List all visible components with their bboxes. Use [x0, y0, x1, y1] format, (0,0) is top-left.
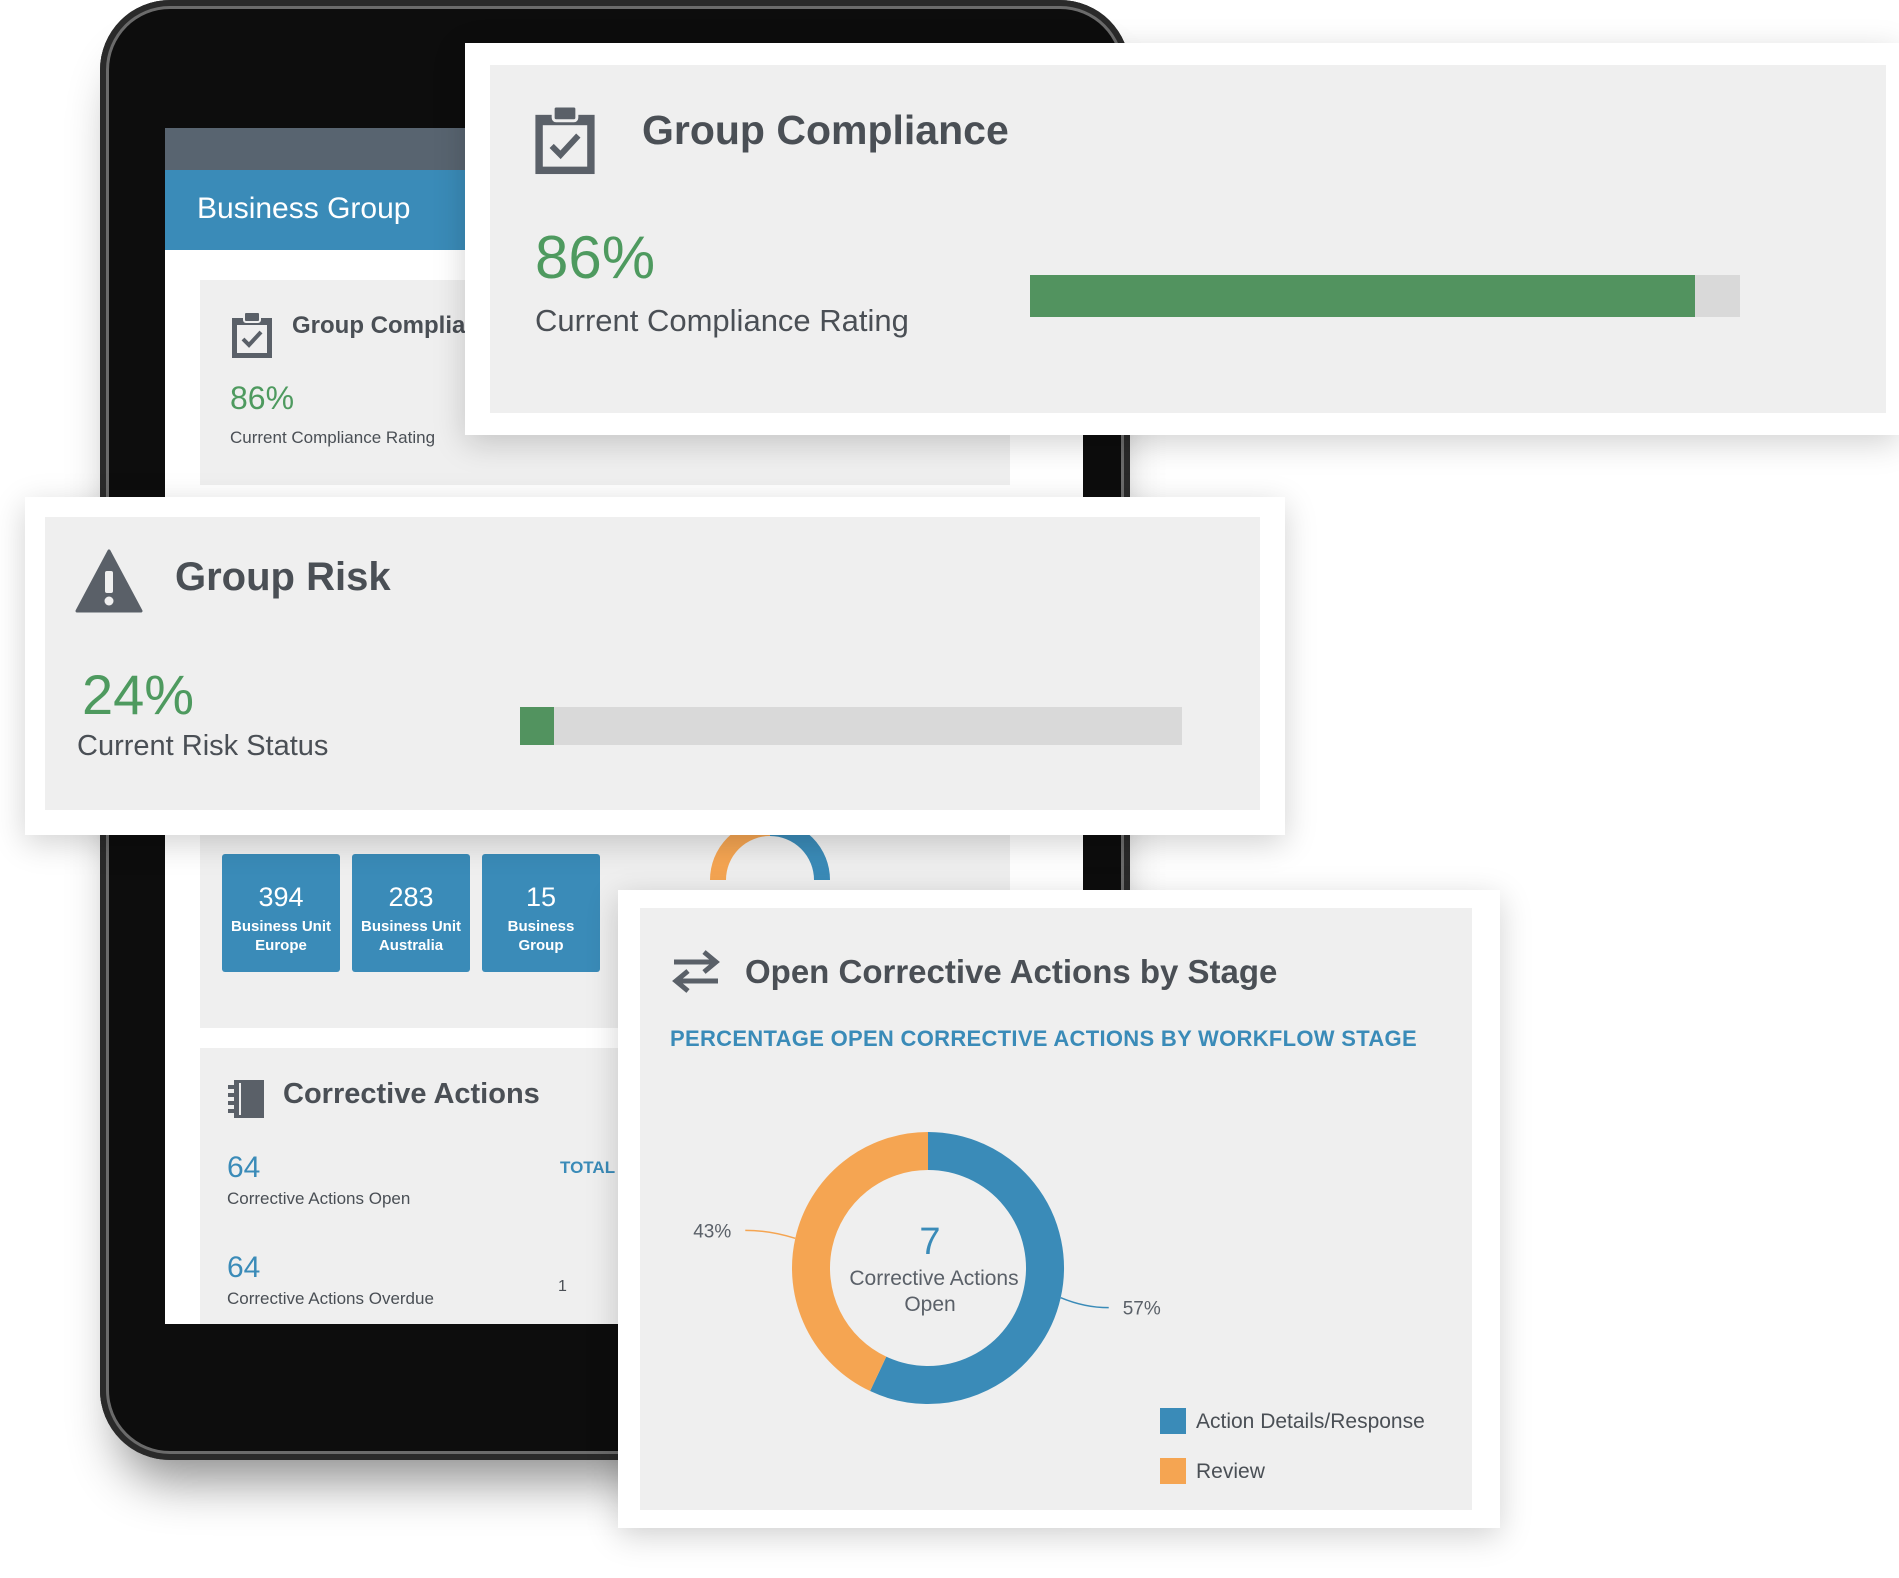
group-compliance-panel: Group Compliance 86% Current Compliance …: [465, 43, 1899, 435]
data-label: 43%: [693, 1221, 731, 1242]
center-value: 7: [919, 1221, 940, 1263]
compliance-percent: 86%: [230, 380, 295, 416]
unit-name-line2: Group: [518, 937, 564, 954]
corrective-actions-title: Corrective Actions: [283, 1078, 540, 1110]
risk-label: Current Risk Status: [77, 730, 329, 762]
compliance-progress-fill: [1030, 275, 1695, 317]
compliance-label: Current Compliance Rating: [230, 428, 436, 447]
open-label: Corrective Actions Open: [227, 1189, 411, 1208]
card-title: Group Compliance: [642, 107, 1009, 153]
risk-percent: 24%: [82, 663, 195, 726]
unit-tile-australia[interactable]: 283 Business Unit Australia: [352, 854, 470, 972]
notebook-icon: [228, 1080, 264, 1118]
legend-swatch: [1160, 1408, 1186, 1434]
arrows-exchange-icon: [672, 950, 720, 993]
unit-count: 15: [525, 882, 557, 912]
center-label-line1: Corrective Actions: [849, 1267, 1018, 1290]
legend-item-review[interactable]: Review: [1160, 1458, 1265, 1484]
overdue-label: Corrective Actions Overdue: [227, 1289, 434, 1308]
card-title: Open Corrective Actions by Stage: [745, 953, 1278, 990]
card-title: Group Risk: [175, 555, 391, 599]
leader-line: [745, 1229, 796, 1240]
donut-slice-review[interactable]: [792, 1132, 929, 1392]
unit-name-line1: Business Unit: [230, 918, 332, 935]
compliance-label: Current Compliance Rating: [535, 303, 909, 338]
warning-triangle-icon: [75, 549, 143, 613]
total-label: TOTAL: [560, 1158, 616, 1177]
group-compliance-card[interactable]: Group Compliance 86% Current Compliance …: [490, 65, 1886, 413]
risk-progress-bar: [520, 707, 1182, 745]
group-risk-panel: Group Risk 24% Current Risk Status: [25, 497, 1285, 835]
center-label-line2: Open: [904, 1293, 955, 1316]
unit-tile-europe[interactable]: 394 Business Unit Europe: [222, 854, 340, 972]
legend-label: Action Details/Response: [1196, 1410, 1425, 1433]
data-label: 57%: [1123, 1299, 1161, 1320]
leader-line: [1060, 1296, 1109, 1309]
legend-item-action-details[interactable]: Action Details/Response: [1160, 1408, 1425, 1434]
legend-label: Review: [1196, 1460, 1265, 1483]
clipboard-check-icon: [232, 311, 272, 358]
page-title: Business Group: [197, 192, 411, 225]
unit-name-line2: Australia: [378, 937, 444, 954]
open-corrective-actions-card[interactable]: Open Corrective Actions by Stage PERCENT…: [640, 908, 1472, 1510]
compliance-title: Group Complian: [292, 312, 480, 339]
group-risk-card[interactable]: Group Risk 24% Current Risk Status: [45, 517, 1260, 810]
chart-subtitle: PERCENTAGE OPEN CORRECTIVE ACTIONS BY WO…: [670, 1026, 1417, 1051]
unit-count: 394: [258, 882, 304, 912]
compliance-progress-bar: [1030, 275, 1740, 317]
open-corrective-actions-panel: Open Corrective Actions by Stage PERCENT…: [618, 890, 1500, 1528]
unit-name-line1: Business Unit: [360, 918, 462, 935]
unit-name-line1: Business: [507, 918, 575, 935]
axis-tick-label: 1: [558, 1278, 567, 1295]
risk-progress-fill: [520, 707, 555, 745]
donut-chart: 57% 43% 7 Corrective Actions Open: [693, 1132, 1161, 1404]
overdue-count: 64: [227, 1251, 261, 1284]
legend-swatch: [1160, 1458, 1186, 1484]
compliance-percent: 86%: [535, 224, 656, 291]
clipboard-check-icon: [535, 104, 595, 175]
open-count: 64: [227, 1151, 261, 1184]
unit-tile-group[interactable]: 15 Business Group: [482, 854, 600, 972]
unit-count: 283: [388, 882, 434, 912]
unit-name-line2: Europe: [255, 937, 307, 954]
